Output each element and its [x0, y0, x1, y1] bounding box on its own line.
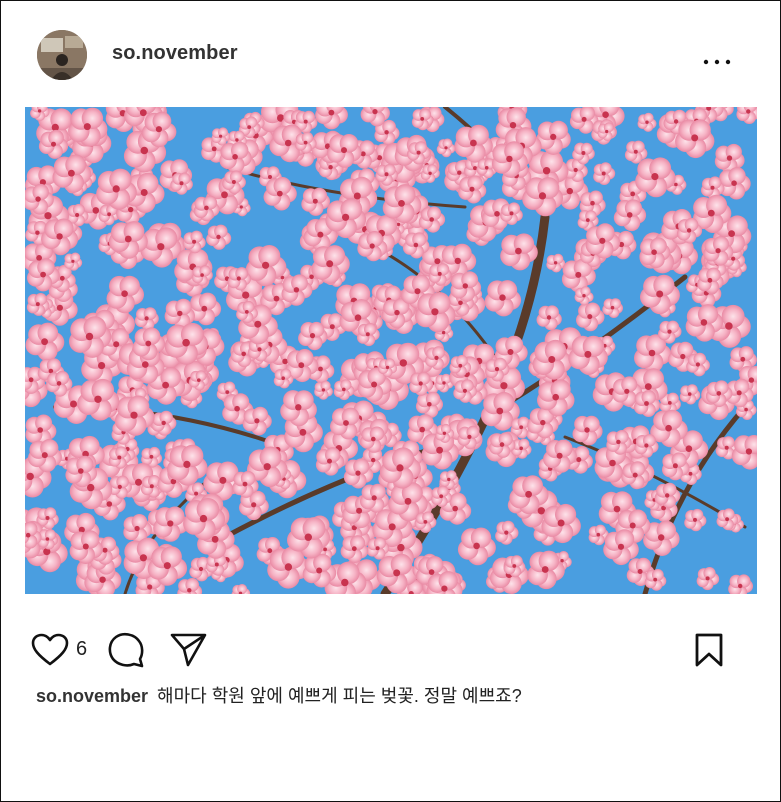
post-username[interactable]: so.november [112, 42, 238, 65]
more-horizontal-icon[interactable] [701, 51, 735, 71]
heart-icon[interactable] [31, 633, 69, 672]
comment-bubble-icon[interactable] [107, 631, 145, 674]
post-card: so.november 6 so.november 해마다 학원 앞에 예쁘게 … [0, 0, 781, 802]
caption-text: 해마다 학원 앞에 예쁘게 피는 벚꽃. 정말 예쁘죠? [157, 686, 522, 706]
avatar-image [37, 30, 87, 80]
post-photo[interactable] [25, 107, 757, 594]
post-caption: so.november 해마다 학원 앞에 예쁘게 피는 벚꽃. 정말 예쁘죠? [36, 682, 522, 708]
caption-username[interactable]: so.november [36, 686, 148, 706]
bookmark-icon[interactable] [694, 633, 726, 674]
post-header: so.november [1, 1, 780, 107]
send-paper-plane-icon[interactable] [169, 632, 209, 673]
avatar[interactable] [37, 30, 87, 80]
like-count: 6 [76, 638, 88, 660]
